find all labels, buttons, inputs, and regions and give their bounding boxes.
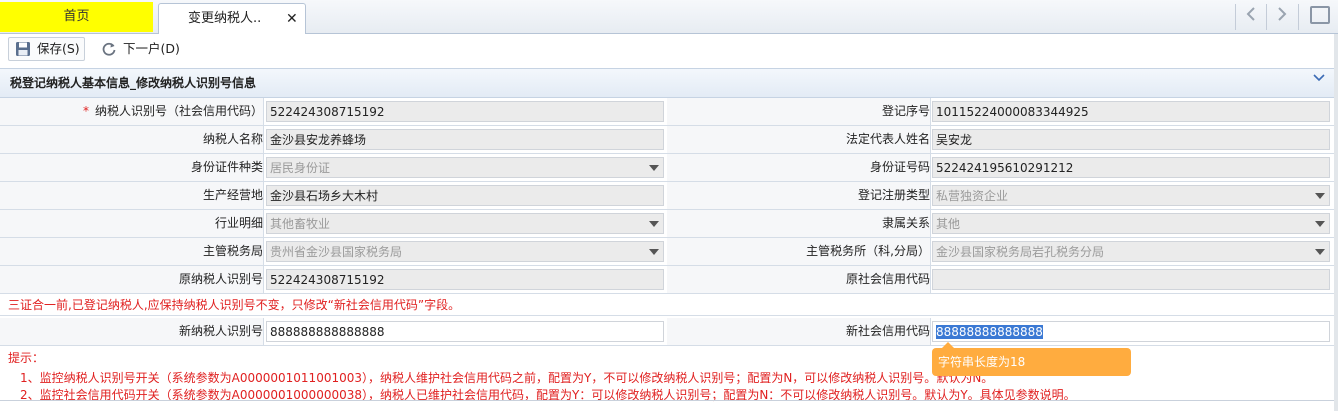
toolbar: 保存(S) 下一户(D): [0, 34, 1338, 67]
field-label: 法定代表人姓名: [667, 126, 931, 153]
field-label: 原社会信用代码: [667, 266, 931, 293]
scrollbar[interactable]: [1334, 34, 1338, 411]
field-label: 生产经营地: [0, 182, 264, 209]
tips-header: 提示：: [8, 351, 45, 365]
id-number-field[interactable]: 522424195610291212: [932, 157, 1330, 178]
form-row: 行业明细 其他畜牧业 隶属关系 其他: [0, 210, 1334, 238]
field-label: * 纳税人识别号（社会信用代码）: [0, 98, 264, 125]
registration-number-field[interactable]: 10115224000083344925: [932, 101, 1330, 122]
tax-office-select[interactable]: 金沙县国家税务局岩孔税务分局: [932, 241, 1330, 262]
chevron-down-icon[interactable]: [1312, 71, 1328, 87]
form-row: 新纳税人识别号 888888888888888 新社会信用代码 88888888…: [0, 318, 1334, 346]
dropdown-arrow-icon: [1315, 221, 1325, 227]
taxpayer-name-field[interactable]: 金沙县安龙养蜂场: [266, 129, 664, 150]
save-icon: [15, 41, 31, 57]
separator: [1235, 4, 1236, 30]
field-label: 纳税人名称: [0, 126, 264, 153]
field-label: 登记序号: [667, 98, 931, 125]
taxpayer-id-field[interactable]: 522424308715192: [266, 101, 664, 122]
form-row: 生产经营地 金沙县石场乡大木村 登记注册类型 私营独资企业: [0, 182, 1334, 210]
notice-text: 三证合一前,已登记纳税人,应保持纳税人识别号不变，只修改“新社会信用代码”字段。: [0, 294, 1334, 316]
divider: [0, 400, 1334, 401]
tab-bar: 首页 变更纳税人.. ✕: [0, 0, 1338, 34]
separator: [1266, 4, 1267, 30]
save-label: 保存(S): [37, 41, 80, 56]
original-taxpayer-id-field[interactable]: 522424308715192: [266, 269, 664, 290]
chevron-right-icon[interactable]: [1269, 5, 1295, 27]
form-row: * 纳税人识别号（社会信用代码） 522424308715192 登记序号 101…: [0, 98, 1334, 126]
dropdown-arrow-icon: [649, 165, 659, 171]
window-icon[interactable]: [1310, 6, 1330, 24]
field-label: 身份证件种类: [0, 154, 264, 181]
separator: [1298, 4, 1299, 30]
legal-representative-field[interactable]: 吴安龙: [932, 129, 1330, 150]
field-label: 行业明细: [0, 210, 264, 237]
field-label: 登记注册类型: [667, 182, 931, 209]
section-title: 税登记纳税人基本信息_修改纳税人识别号信息: [10, 76, 257, 90]
registration-type-select[interactable]: 私营独资企业: [932, 185, 1330, 206]
original-credit-code-field[interactable]: [932, 269, 1330, 290]
business-address-field[interactable]: 金沙县石场乡大木村: [266, 185, 664, 206]
dropdown-arrow-icon: [1315, 193, 1325, 199]
field-label: 新社会信用代码: [667, 318, 931, 345]
tab-home[interactable]: 首页: [0, 2, 153, 32]
chevron-left-icon[interactable]: [1238, 5, 1264, 27]
dropdown-arrow-icon: [649, 221, 659, 227]
field-label: 主管税务所（科,分局）: [667, 238, 931, 265]
close-icon[interactable]: ✕: [286, 4, 298, 34]
save-button[interactable]: 保存(S): [8, 37, 85, 61]
affiliation-select[interactable]: 其他: [932, 213, 1330, 234]
form-row: 纳税人名称 金沙县安龙养蜂场 法定代表人姓名 吴安龙: [0, 126, 1334, 154]
next-household-label: 下一户(D): [123, 41, 180, 56]
field-label: 隶属关系: [667, 210, 931, 237]
next-household-button[interactable]: 下一户(D): [94, 37, 185, 61]
industry-select[interactable]: 其他畜牧业: [266, 213, 664, 234]
id-type-select[interactable]: 居民身份证: [266, 157, 664, 178]
tab-change-taxpayer[interactable]: 变更纳税人.. ✕: [158, 3, 306, 34]
form-row: 身份证件种类 居民身份证 身份证号码 522424195610291212: [0, 154, 1334, 182]
field-label: 身份证号码: [667, 154, 931, 181]
refresh-icon: [101, 41, 117, 57]
form-row: 主管税务局 贵州省金沙县国家税务局 主管税务所（科,分局） 金沙县国家税务局岩孔…: [0, 238, 1334, 266]
new-credit-code-input[interactable]: 88888888888888: [932, 321, 1330, 342]
field-label: 原纳税人识别号: [0, 266, 264, 293]
required-marker: *: [82, 104, 89, 118]
section-header[interactable]: 税登记纳税人基本信息_修改纳税人识别号信息: [0, 68, 1334, 98]
tax-bureau-select[interactable]: 贵州省金沙县国家税务局: [266, 241, 664, 262]
dropdown-arrow-icon: [1315, 249, 1325, 255]
validation-tooltip: 字符串长度为18: [932, 342, 1131, 376]
new-taxpayer-id-input[interactable]: 888888888888888: [266, 321, 664, 342]
field-label: 新纳税人识别号: [0, 318, 264, 345]
selected-text: 88888888888888: [936, 325, 1043, 339]
form-row: 原纳税人识别号 522424308715192 原社会信用代码: [0, 266, 1334, 294]
dropdown-arrow-icon: [649, 249, 659, 255]
tips-line-1: 1、监控纳税人识别号开关（系统参数为A0000001011001003），纳税人…: [20, 371, 994, 385]
tab-change-taxpayer-label: 变更纳税人..: [188, 11, 262, 26]
field-label: 主管税务局: [0, 238, 264, 265]
